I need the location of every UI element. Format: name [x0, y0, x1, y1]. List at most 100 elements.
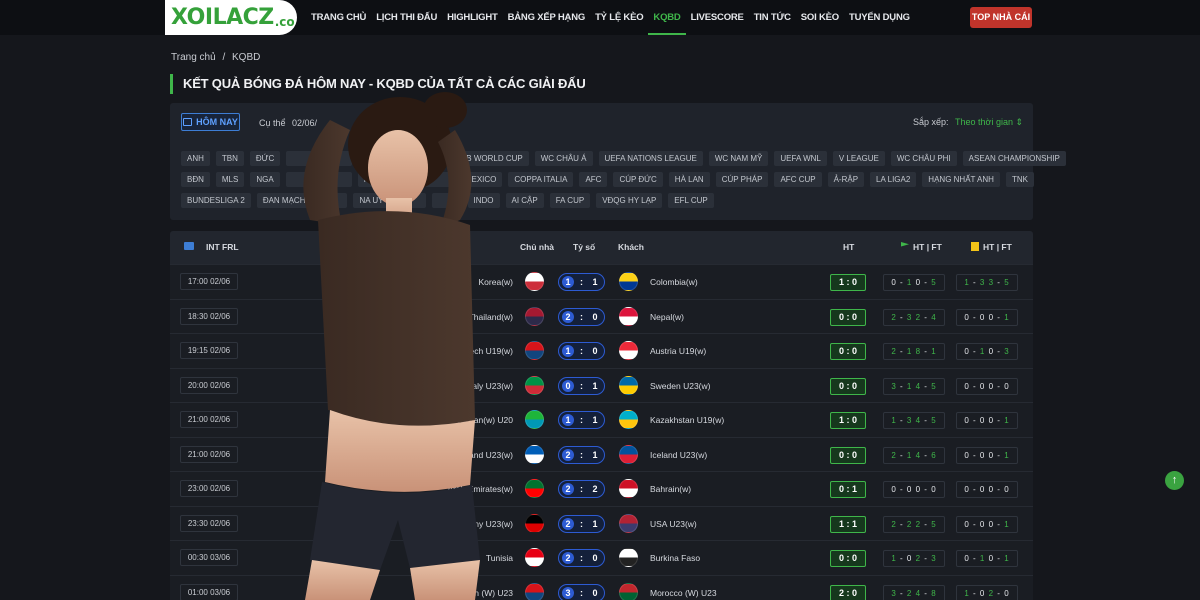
logo-text: XOILACZ	[171, 5, 274, 30]
match-score[interactable]: 2 : 0	[558, 307, 605, 326]
halftime-score: 0 : 0	[830, 377, 866, 395]
score-separator: :	[580, 553, 583, 563]
league-chip[interactable]: HẠNG NHẤT ANH	[922, 172, 1000, 187]
away-team[interactable]: Burkina Faso	[650, 541, 700, 575]
match-score[interactable]: 2 : 1	[558, 514, 605, 533]
match-time: 19:15 02/06	[180, 342, 238, 359]
league-chip[interactable]: MLS	[215, 172, 245, 187]
card-stats: 0 - 0 0 - 1	[956, 515, 1018, 533]
league-chip[interactable]: BUNDESLIGA 2	[181, 193, 251, 208]
away-flag-icon	[619, 341, 638, 360]
league-chip[interactable]: EFL CUP	[668, 193, 714, 208]
nav-item[interactable]: TUYỂN DỤNG	[844, 0, 915, 35]
away-flag-icon	[619, 375, 638, 395]
league-chip[interactable]: UEFA NATIONS LEAGUE	[598, 151, 703, 166]
halftime-score: 2 : 0	[830, 584, 866, 600]
card-stats: 1 - 3 3 - 5	[956, 274, 1018, 291]
top-navbar: XOILACZ .co TRANG CHỦ LỊCH THI ĐẤU HIGHLIG…	[0, 0, 1200, 35]
league-chip[interactable]: WC CHÂU PHI	[890, 151, 957, 166]
away-team[interactable]: Bahrain(w)	[650, 472, 691, 506]
score-separator: :	[580, 415, 583, 425]
nav-item[interactable]: LIVESCORE	[686, 0, 749, 35]
league-chip[interactable]: BĐN	[181, 172, 210, 187]
scroll-to-top-button[interactable]: ↑	[1165, 471, 1184, 490]
league-chip[interactable]: COPPA ITALIA	[508, 172, 574, 187]
nav-item[interactable]: TỶ LỆ KÈO	[590, 0, 648, 35]
league-chip[interactable]: UEFA WNL	[774, 151, 827, 166]
promo-model-image	[303, 92, 480, 600]
league-chip[interactable]: V LEAGUE	[832, 151, 885, 166]
match-time: 00:30 03/06	[180, 549, 238, 566]
match-score[interactable]: 3 : 0	[558, 583, 605, 600]
nav-item[interactable]: KQBD	[648, 0, 686, 35]
home-flag-icon	[525, 306, 544, 326]
away-score: 0	[592, 346, 598, 356]
league-chip[interactable]: CÚP PHÁP	[715, 172, 769, 187]
away-team[interactable]: Nepal(w)	[650, 300, 684, 334]
home-flag-icon	[525, 272, 544, 291]
league-chip[interactable]: HÀ LAN	[668, 172, 710, 187]
header-corner: HT | FT	[901, 231, 942, 264]
away-team[interactable]: Morocco (W) U23	[650, 576, 717, 600]
home-score: 2	[562, 310, 574, 323]
halftime-score: 0 : 0	[830, 343, 866, 360]
league-chip[interactable]: VĐQG HY LẠP	[596, 193, 663, 208]
card-stats: 0 - 0 0 - 1	[956, 308, 1018, 326]
league-chip[interactable]: WC NAM MỸ	[708, 151, 769, 166]
halftime-score: 0 : 0	[830, 446, 866, 464]
halftime-score: 0 : 1	[830, 481, 866, 498]
nav-item[interactable]: SOI KÈO	[796, 0, 844, 35]
league-chip[interactable]: WC CHÂU Á	[534, 151, 593, 166]
match-score[interactable]: 1 : 0	[558, 342, 605, 360]
league-chip[interactable]: FA CUP	[549, 193, 591, 208]
league-name: INT FRL	[206, 242, 239, 252]
match-time: 17:00 02/06	[180, 273, 238, 290]
match-score[interactable]: 2 : 0	[558, 549, 605, 567]
corner-stats: 0 - 1 0 - 5	[883, 274, 945, 291]
card-stats: 0 - 0 0 - 0	[956, 377, 1018, 395]
card-stats: 0 - 0 0 - 0	[956, 481, 1018, 498]
breadcrumb-home[interactable]: Trang chủ	[171, 52, 216, 63]
league-chip[interactable]: AFC	[579, 172, 608, 187]
score-separator: :	[580, 311, 583, 322]
league-chip[interactable]: CÚP ĐỨC	[613, 172, 663, 187]
away-flag-icon	[619, 272, 638, 291]
nav-item[interactable]: BẢNG XẾP HẠNG	[503, 0, 590, 35]
away-team[interactable]: Kazakhstan U19(w)	[650, 403, 724, 437]
match-score[interactable]: 1 : 1	[558, 273, 605, 291]
breadcrumb-current: KQBD	[232, 52, 261, 63]
match-score[interactable]: 2 : 2	[558, 480, 605, 498]
match-score[interactable]: 1 : 1	[558, 411, 605, 429]
nav-item[interactable]: LỊCH THI ĐẤU	[371, 0, 442, 35]
nav-item[interactable]: TRANG CHỦ	[306, 0, 371, 35]
away-team[interactable]: Sweden U23(w)	[650, 369, 710, 403]
nav-item[interactable]: HIGHLIGHT	[442, 0, 502, 35]
corner-stats: 2 - 1 8 - 1	[883, 343, 945, 360]
league-chip[interactable]: AFC CUP	[774, 172, 822, 187]
away-team[interactable]: Colombia(w)	[650, 265, 698, 299]
halftime-score: 0 : 0	[830, 308, 866, 326]
league-chip[interactable]: TBN	[215, 151, 244, 166]
site-logo[interactable]: XOILACZ .co	[165, 0, 297, 35]
away-team[interactable]: USA U23(w)	[650, 507, 697, 541]
league-chip[interactable]: ANH	[181, 151, 210, 166]
nav-item[interactable]: TIN TỨC	[749, 0, 796, 35]
today-button[interactable]: HÔM NAY	[181, 113, 240, 131]
sort-select[interactable]: Theo thời gian ⇕	[955, 117, 1023, 127]
top-bookmaker-button[interactable]: TOP NHÀ CÁI	[970, 7, 1032, 28]
league-chip[interactable]: TNK	[1005, 172, 1034, 187]
sort-label: Sắp xếp:	[912, 117, 949, 127]
score-separator: :	[580, 277, 583, 287]
league-chip[interactable]: LA LIGA2	[870, 172, 917, 187]
away-team[interactable]: Austria U19(w)	[650, 334, 706, 368]
match-score[interactable]: 2 : 1	[558, 445, 605, 464]
corner-stats: 0 - 0 0 - 0	[883, 481, 945, 498]
league-chip[interactable]: AI CẬP	[505, 193, 544, 208]
league-chip[interactable]: ASEAN CHAMPIONSHIP	[962, 151, 1066, 166]
away-team[interactable]: Iceland U23(w)	[650, 438, 707, 472]
match-score[interactable]: 0 : 1	[558, 376, 605, 395]
home-flag-icon	[525, 341, 544, 360]
league-chip[interactable]: Ả-RẬP	[827, 172, 865, 187]
home-flag-icon	[525, 582, 544, 600]
match-time: 20:00 02/06	[180, 376, 238, 394]
